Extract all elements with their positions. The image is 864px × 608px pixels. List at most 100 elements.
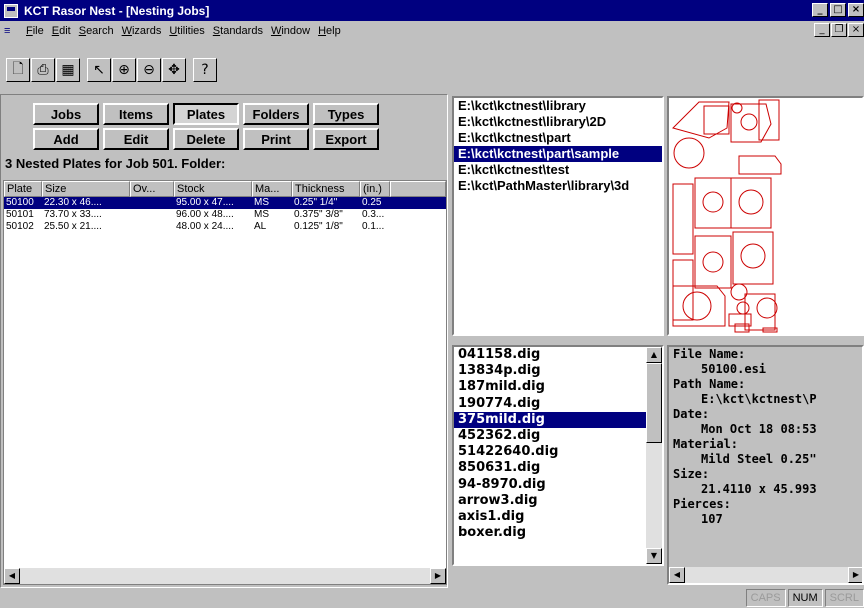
table-cell: 0.3...: [362, 209, 385, 220]
file-info-panel: File Name: 50100.esi Path Name: E:\kct\k…: [667, 345, 864, 585]
menu-window[interactable]: Window: [267, 25, 314, 37]
file-item[interactable]: axis1.dig: [454, 509, 662, 525]
close-button[interactable]: ×: [848, 3, 864, 17]
folders-button[interactable]: Folders: [243, 103, 309, 125]
menu-help[interactable]: Help: [314, 25, 345, 37]
table-row[interactable]: 50101 73.70 x 33.... 96.00 x 48.... MS 0…: [4, 209, 446, 221]
file-item[interactable]: 375mild.dig: [454, 411, 662, 429]
table-row[interactable]: 50102 25.50 x 21.... 48.00 x 24.... AL 0…: [4, 221, 446, 233]
plates-button[interactable]: Plates: [173, 103, 239, 125]
file-item[interactable]: 94-8970.dig: [454, 477, 662, 493]
add-button[interactable]: Add: [33, 128, 99, 150]
child-close-button[interactable]: ×: [848, 23, 864, 37]
scroll-left-icon[interactable]: ◀: [4, 568, 20, 584]
file-item[interactable]: boxer.dig: [454, 525, 662, 541]
menu-utilities[interactable]: Utilities: [165, 25, 208, 37]
toolbar: 🗋 ⎙ ▦ ↖ ⊕ ⊖ ✥ ?: [0, 52, 864, 88]
table-row[interactable]: 50100 22.30 x 46.... 95.00 x 47.... MS 0…: [4, 197, 446, 209]
file-item[interactable]: arrow3.dig: [454, 493, 662, 509]
column-header[interactable]: Plate: [4, 181, 42, 197]
scroll-right-icon[interactable]: ▶: [430, 568, 446, 584]
column-header[interactable]: Size: [42, 181, 130, 197]
folder-item[interactable]: E:\kct\PathMaster\library\3d: [454, 178, 662, 194]
column-header[interactable]: Stock: [174, 181, 252, 197]
file-item[interactable]: 452362.dig: [454, 428, 662, 444]
table-cell: AL: [254, 221, 267, 232]
folder-item[interactable]: E:\kct\kctnest\part\sample: [454, 146, 662, 162]
material-value: Mild Steel 0.25": [701, 452, 817, 466]
window-title: KCT Rasor Nest - [Nesting Jobs]: [24, 3, 210, 18]
menu-wizards[interactable]: Wizards: [118, 25, 166, 37]
jobs-button[interactable]: Jobs: [33, 103, 99, 125]
folder-list[interactable]: E:\kct\kctnest\library E:\kct\kctnest\li…: [452, 96, 664, 336]
nest-preview[interactable]: [667, 96, 864, 336]
column-header[interactable]: Ma...: [252, 181, 292, 197]
column-header[interactable]: (in.): [360, 181, 390, 197]
table-cell: 0.1...: [362, 221, 385, 232]
print-icon[interactable]: ⎙: [31, 58, 55, 82]
app-icon[interactable]: [4, 3, 18, 18]
scroll-up-icon[interactable]: ▲: [646, 347, 662, 363]
document-icon[interactable]: ≡: [4, 24, 18, 38]
help-icon[interactable]: ?: [193, 58, 217, 82]
table-cell: 0.375" 3/8": [294, 209, 343, 220]
table-header: Plate Size Ov... Stock Ma... Thickness (…: [4, 181, 446, 197]
pierces-value: 107: [701, 512, 723, 526]
table-cell: 96.00 x 48....: [176, 209, 234, 220]
folder-item[interactable]: E:\kct\kctnest\part: [454, 130, 662, 146]
menu-edit[interactable]: Edit: [48, 25, 75, 37]
scroll-right-icon[interactable]: ▶: [848, 567, 862, 583]
file-item[interactable]: 041158.dig: [454, 347, 662, 363]
file-item[interactable]: 850631.dig: [454, 460, 662, 476]
print-button[interactable]: Print: [243, 128, 309, 150]
path-label: Path Name:: [673, 377, 746, 391]
table-cell: 25.50 x 21....: [44, 221, 102, 232]
num-indicator: NUM: [787, 589, 823, 607]
plates-caption: 3 Nested Plates for Job 501. Folder:: [5, 156, 226, 171]
column-header[interactable]: Ov...: [130, 181, 174, 197]
column-header[interactable]: Thickness: [292, 181, 360, 197]
zoom-in-icon[interactable]: ⊕: [112, 58, 136, 82]
menu-bar: ≡ File Edit Search Wizards Utilities Sta…: [0, 21, 864, 41]
items-button[interactable]: Items: [103, 103, 169, 125]
scroll-down-icon[interactable]: ▼: [646, 548, 662, 564]
table-cell: 0.125" 1/8": [294, 221, 343, 232]
file-item[interactable]: 187mild.dig: [454, 379, 662, 395]
child-restore-button[interactable]: ❐: [831, 23, 847, 37]
plates-table[interactable]: Plate Size Ov... Stock Ma... Thickness (…: [3, 180, 447, 585]
file-item[interactable]: 190774.dig: [454, 396, 662, 412]
folder-item[interactable]: E:\kct\kctnest\library\2D: [454, 114, 662, 130]
grid-icon[interactable]: ▦: [56, 58, 80, 82]
folder-item[interactable]: E:\kct\kctnest\test: [454, 162, 662, 178]
menu-search[interactable]: Search: [75, 25, 118, 37]
file-list[interactable]: 041158.dig 13834p.dig 187mild.dig 190774…: [452, 345, 664, 566]
edit-button[interactable]: Edit: [103, 128, 169, 150]
vertical-scrollbar[interactable]: ▲ ▼: [646, 347, 662, 564]
caps-indicator: CAPS: [745, 589, 786, 607]
folder-item[interactable]: E:\kct\kctnest\library: [454, 98, 662, 114]
title-bar[interactable]: KCT Rasor Nest - [Nesting Jobs] _ □ ×: [0, 0, 864, 21]
nav-button-row: Jobs Items Plates Folders Types: [33, 103, 379, 125]
material-label: Material:: [673, 437, 739, 451]
maximize-button[interactable]: □: [830, 3, 846, 17]
table-cell: [130, 197, 174, 209]
scroll-thumb[interactable]: [646, 363, 662, 443]
scroll-left-icon[interactable]: ◀: [669, 567, 685, 583]
arrow-select-icon[interactable]: ↖: [87, 58, 111, 82]
menu-standards[interactable]: Standards: [209, 25, 267, 37]
delete-button[interactable]: Delete: [173, 128, 239, 150]
child-minimize-button[interactable]: _: [814, 23, 830, 37]
types-button[interactable]: Types: [313, 103, 379, 125]
export-button[interactable]: Export: [313, 128, 379, 150]
info-horizontal-scrollbar[interactable]: ◀ ▶: [669, 567, 862, 583]
zoom-out-icon[interactable]: ⊖: [137, 58, 161, 82]
minimize-button[interactable]: _: [812, 3, 828, 17]
file-item[interactable]: 13834p.dig: [454, 363, 662, 379]
file-item[interactable]: 51422640.dig: [454, 444, 662, 460]
horizontal-scrollbar[interactable]: ◀ ▶: [4, 568, 446, 584]
new-doc-icon[interactable]: 🗋: [6, 58, 30, 82]
pan-icon[interactable]: ✥: [162, 58, 186, 82]
menu-file[interactable]: File: [22, 25, 48, 37]
date-label: Date:: [673, 407, 710, 421]
plates-pane: Jobs Items Plates Folders Types Add Edit…: [0, 94, 448, 588]
